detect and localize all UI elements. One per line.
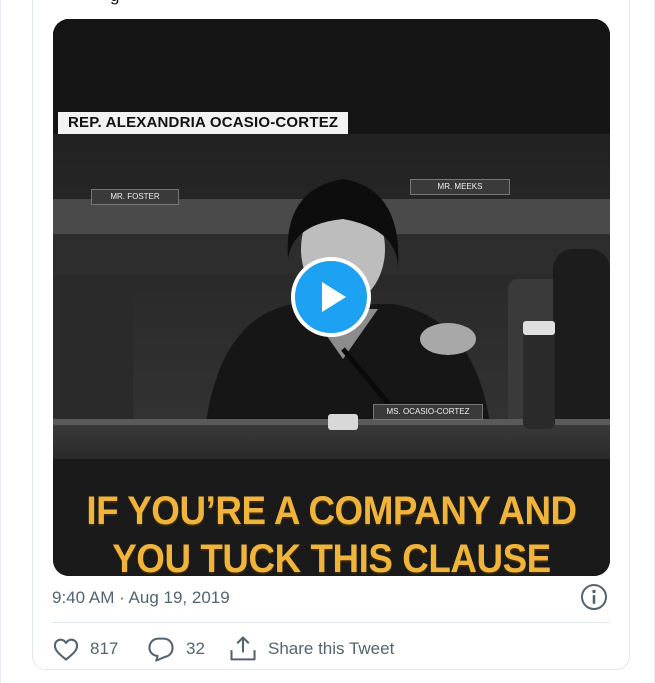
tweet-text-fragment: g [110, 0, 119, 6]
heart-icon [53, 638, 79, 661]
play-icon [322, 282, 346, 312]
video-name-banner: REP. ALEXANDRIA OCASIO-CORTEZ [58, 112, 349, 134]
video-subtitle-line-2: YOU TUCK THIS CLAUSE [112, 537, 551, 576]
video-subtitle-line-1: IF YOU’RE A COMPANY AND [86, 489, 577, 533]
play-button[interactable] [291, 257, 371, 337]
share-icon [230, 636, 256, 661]
reply-icon [148, 637, 174, 662]
divider [52, 622, 610, 623]
placard-foster: MR. FOSTER [91, 189, 179, 205]
tweet-timestamp[interactable]: 9:40 AM · Aug 19, 2019 [52, 588, 230, 608]
placard-ocasio-cortez: MS. OCASIO-CORTEZ [373, 404, 483, 420]
page-border-left [0, 0, 1, 683]
reply-button[interactable]: 32 [146, 632, 205, 666]
placard-meeks: MR. MEEKS [410, 179, 510, 195]
share-button[interactable]: Share this Tweet [228, 632, 394, 666]
reply-count: 32 [186, 639, 205, 658]
like-count: 817 [90, 639, 119, 658]
info-icon[interactable] [580, 583, 608, 611]
share-label: Share this Tweet [268, 639, 395, 658]
like-button[interactable]: 817 [52, 632, 118, 666]
